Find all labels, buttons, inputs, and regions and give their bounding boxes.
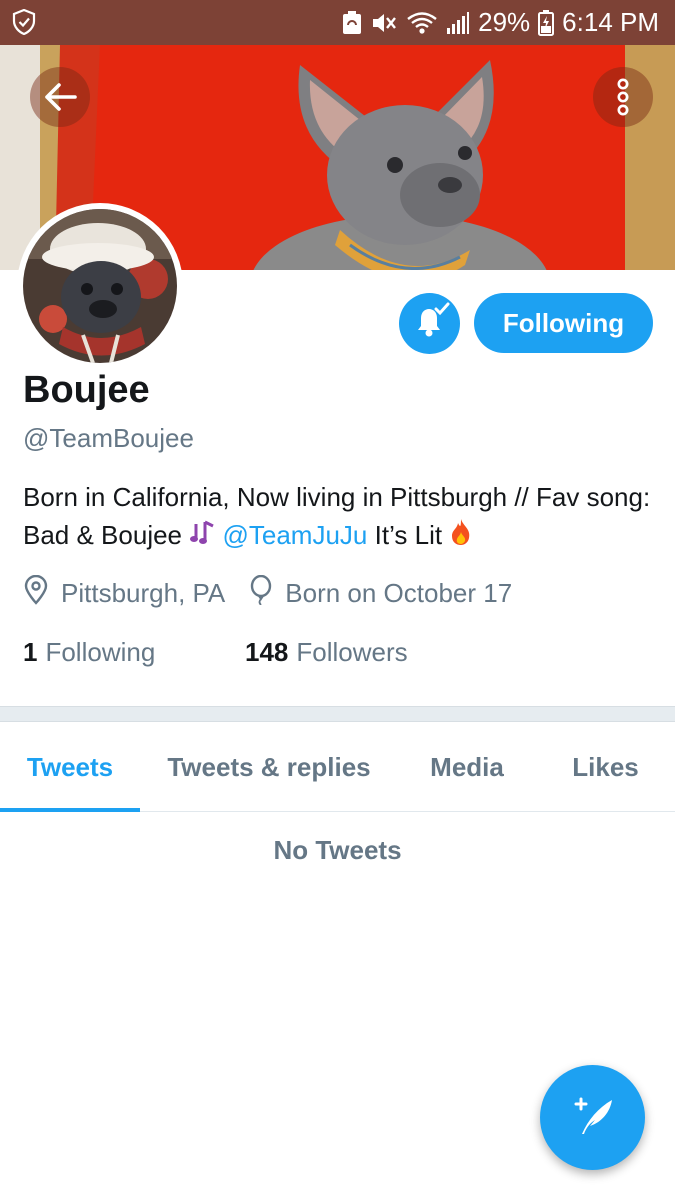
- section-divider: [0, 706, 675, 722]
- tab-tweets-and-replies[interactable]: Tweets & replies: [140, 722, 398, 812]
- battery-percent: 29%: [478, 7, 531, 37]
- clock: 6:14 PM: [562, 7, 659, 37]
- location-pin-icon: [23, 574, 49, 612]
- profile-meta: Pittsburgh, PA Born on October 17: [23, 574, 536, 612]
- back-button[interactable]: [30, 67, 90, 127]
- display-name: Boujee: [23, 369, 150, 411]
- bio: Born in California, Now living in Pittsb…: [23, 478, 653, 556]
- shield-icon: [12, 9, 36, 35]
- followers-label: Followers: [296, 636, 408, 667]
- profile-tabs: Tweets Tweets & replies Media Likes: [0, 722, 675, 812]
- tab-media[interactable]: Media: [398, 722, 536, 812]
- compose-feather-icon: [568, 1090, 618, 1145]
- bio-mention-link[interactable]: @TeamJuJu: [222, 520, 367, 550]
- compose-tweet-button[interactable]: [540, 1065, 645, 1170]
- musical-notes-emoji: [189, 518, 215, 556]
- tab-tweets[interactable]: Tweets: [0, 722, 140, 812]
- active-tab-indicator: [0, 808, 140, 812]
- tab-likes[interactable]: Likes: [536, 722, 675, 812]
- empty-state-message: No Tweets: [273, 835, 402, 865]
- followers-count-link[interactable]: 148 Followers: [245, 637, 408, 668]
- status-bar: 29% 6:14 PM: [0, 0, 675, 45]
- bio-tail: It’s Lit: [374, 520, 443, 550]
- location-text: Pittsburgh, PA: [61, 577, 226, 608]
- handle: @TeamBoujee: [23, 423, 194, 453]
- following-button[interactable]: Following: [474, 293, 653, 353]
- follow-counts: 1 Following 148 Followers: [23, 634, 408, 670]
- signal-icon: [446, 11, 470, 35]
- balloon-icon: [249, 574, 273, 612]
- following-count: 1: [23, 636, 38, 667]
- more-vertical-icon: [616, 78, 630, 116]
- followers-count: 148: [245, 636, 289, 667]
- arrow-left-icon: [43, 82, 77, 112]
- more-options-button[interactable]: [593, 67, 653, 127]
- avatar[interactable]: [17, 203, 183, 369]
- vibrate-icon: [370, 11, 398, 35]
- wifi-icon: [406, 11, 438, 35]
- battery-saver-icon: [342, 10, 362, 35]
- notifications-button[interactable]: [399, 293, 460, 354]
- battery-icon: [538, 9, 555, 36]
- following-label: Following: [45, 636, 156, 667]
- fire-emoji: [449, 518, 473, 556]
- bell-check-icon: [410, 301, 450, 346]
- birthday-text: Born on October 17: [285, 577, 513, 608]
- following-count-link[interactable]: 1 Following: [23, 637, 155, 668]
